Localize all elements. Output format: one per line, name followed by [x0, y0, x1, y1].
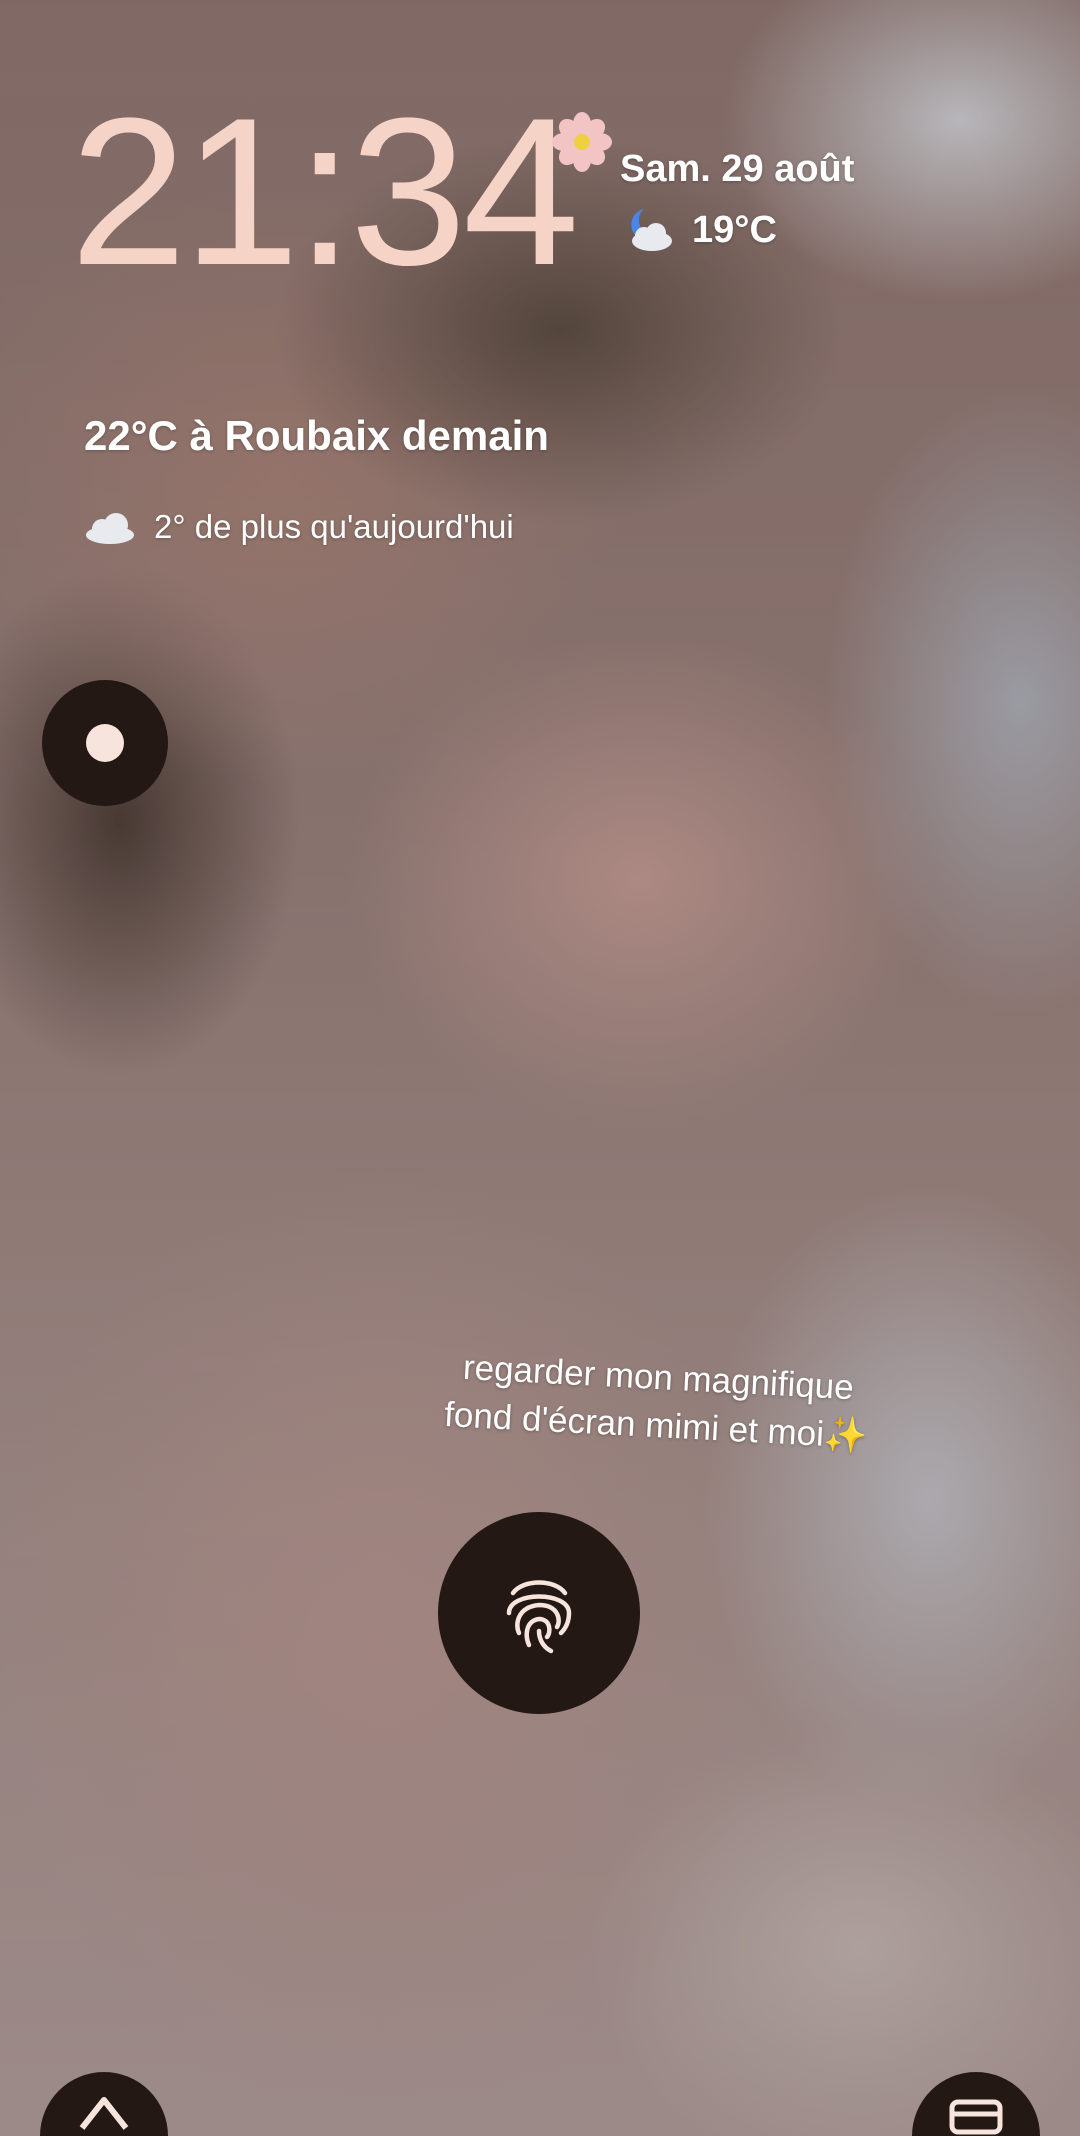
forecast-subtitle-row: 2° de plus qu'aujourd'hui — [84, 502, 514, 552]
home-control-icon — [79, 2097, 129, 2130]
current-temperature: 19°C — [692, 208, 777, 251]
flower-sticker-icon — [552, 112, 612, 172]
dot-icon — [86, 724, 124, 762]
current-weather[interactable]: 19°C — [622, 204, 777, 256]
fingerprint-sensor-button[interactable] — [438, 1512, 640, 1714]
forecast-subtitle: 2° de plus qu'aujourd'hui — [154, 508, 514, 545]
partly-cloudy-night-icon — [631, 209, 672, 251]
forecast-title[interactable]: 22°C à Roubaix demain — [84, 412, 549, 460]
lock-date: Sam. 29 août — [620, 148, 855, 190]
fingerprint-icon — [506, 1580, 572, 1654]
cloud-icon — [86, 513, 134, 544]
media-control-button[interactable] — [42, 680, 168, 806]
lock-clock: 21:34 — [70, 74, 580, 309]
lock-screen: 21:34 Sam. 29 août 19°C 22°C à Roubaix d… — [0, 0, 1080, 2136]
wallet-icon — [949, 2099, 1003, 2135]
